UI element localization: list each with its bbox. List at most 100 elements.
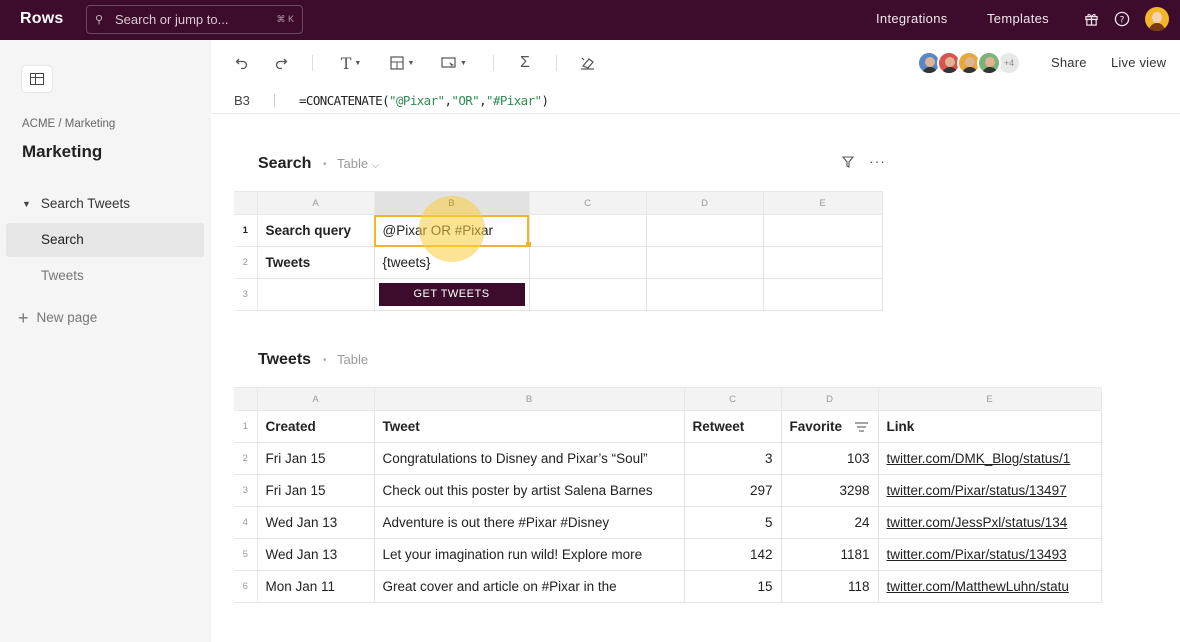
tweets-table-type[interactable]: Table	[337, 352, 368, 367]
header-cell-retweet[interactable]: Retweet	[683, 410, 782, 443]
caret-down-icon: ▼	[460, 59, 467, 67]
collaborator-avatar[interactable]	[977, 51, 1001, 75]
column-header-a[interactable]: A	[256, 387, 375, 411]
rows-logo[interactable]: Rows	[20, 10, 63, 28]
corner-cell[interactable]	[234, 387, 258, 411]
cell-created[interactable]: Mon Jan 11	[256, 570, 375, 603]
fill-handle[interactable]	[526, 242, 531, 247]
cell-created[interactable]: Wed Jan 13	[256, 538, 375, 571]
cell-favorite[interactable]: 103	[780, 442, 879, 475]
row-header[interactable]: 4	[234, 506, 258, 539]
cell-favorite[interactable]: 118	[780, 570, 879, 603]
cell-retweet[interactable]: 15	[683, 570, 782, 603]
formula-input[interactable]: =CONCATENATE("@Pixar","OR","#Pixar")	[299, 93, 549, 108]
cell-tweet[interactable]: Congratulations to Disney and Pixar’s “S…	[373, 442, 685, 475]
cell-created[interactable]: Wed Jan 13	[256, 506, 375, 539]
get-tweets-button[interactable]: GET TWEETS	[378, 283, 525, 306]
share-button[interactable]: Share	[1051, 55, 1087, 70]
cell[interactable]	[528, 214, 647, 247]
sum-function-icon[interactable]: Σ	[517, 52, 533, 74]
header-cell-link[interactable]: Link	[877, 410, 1102, 443]
templates-link[interactable]: Templates	[987, 11, 1049, 26]
selected-cell[interactable]: @Pixar OR #Pixar	[373, 214, 530, 247]
more-options-icon[interactable]: ···	[869, 153, 886, 169]
cell-favorite[interactable]: 3298	[780, 474, 879, 507]
spreadsheet-icon[interactable]	[22, 66, 52, 92]
row-header[interactable]: 3	[234, 278, 258, 311]
cell[interactable]: Search query	[256, 214, 375, 247]
cell-link[interactable]: twitter.com/MatthewLuhn/statu	[877, 570, 1102, 603]
search-input[interactable]: ⚲ Search or jump to... ⌘ K	[86, 5, 303, 34]
cell-retweet[interactable]: 3	[683, 442, 782, 475]
text-format-button[interactable]: T ▼	[337, 52, 365, 74]
header-cell-created[interactable]: Created	[256, 410, 375, 443]
cell-tweet[interactable]: Check out this poster by artist Salena B…	[373, 474, 685, 507]
cell-reference[interactable]: B3	[234, 93, 250, 108]
sidebar-item-tweets[interactable]: Tweets	[6, 259, 204, 293]
filter-icon[interactable]	[841, 156, 855, 171]
integrations-link[interactable]: Integrations	[876, 11, 948, 26]
row-header[interactable]: 3	[234, 474, 258, 507]
gift-icon[interactable]	[1082, 11, 1100, 29]
row-header[interactable]: 1	[234, 214, 258, 247]
redo-icon[interactable]	[273, 52, 289, 74]
breadcrumb[interactable]: ACME / Marketing	[22, 118, 115, 130]
sidebar-group-search-tweets[interactable]: ▼ Search Tweets	[22, 196, 130, 211]
cell[interactable]	[645, 246, 764, 279]
cell-tweet[interactable]: Adventure is out there #Pixar #Disney	[373, 506, 685, 539]
user-avatar[interactable]	[1145, 7, 1169, 31]
column-header-e[interactable]: E	[877, 387, 1102, 411]
cell-favorite[interactable]: 24	[780, 506, 879, 539]
cell-favorite[interactable]: 1181	[780, 538, 879, 571]
help-icon[interactable]: ?	[1113, 11, 1131, 29]
cell-retweet[interactable]: 5	[683, 506, 782, 539]
cell-retweet[interactable]: 297	[683, 474, 782, 507]
cell[interactable]	[762, 246, 883, 279]
cell-created[interactable]: Fri Jan 15	[256, 442, 375, 475]
tweets-table-title[interactable]: Tweets	[258, 351, 311, 369]
insert-element-button[interactable]: ▼	[439, 52, 469, 74]
sidebar-item-search[interactable]: Search	[6, 223, 204, 257]
column-header-a[interactable]: A	[256, 191, 375, 215]
column-header-c[interactable]: C	[683, 387, 782, 411]
cell[interactable]	[762, 214, 883, 247]
row-header[interactable]: 5	[234, 538, 258, 571]
corner-cell[interactable]	[234, 191, 258, 215]
cell-created[interactable]: Fri Jan 15	[256, 474, 375, 507]
search-table-type[interactable]: Table ⌵	[337, 156, 379, 171]
column-header-b[interactable]: B	[373, 387, 685, 411]
cell[interactable]: {tweets}	[373, 246, 530, 279]
cell[interactable]	[762, 278, 883, 311]
live-view-button[interactable]: Live view	[1111, 55, 1166, 70]
row-header[interactable]: 1	[234, 410, 258, 443]
cell-link[interactable]: twitter.com/DMK_Blog/status/1	[877, 442, 1102, 475]
sort-icon[interactable]	[855, 420, 868, 435]
cell[interactable]	[528, 278, 647, 311]
cell[interactable]	[256, 278, 375, 311]
cell[interactable]	[645, 278, 764, 311]
search-table-title[interactable]: Search	[258, 155, 311, 173]
column-header-d[interactable]: D	[645, 191, 764, 215]
column-header-c[interactable]: C	[528, 191, 647, 215]
column-header-e[interactable]: E	[762, 191, 883, 215]
cell-tweet[interactable]: Great cover and article on #Pixar in the	[373, 570, 685, 603]
cell[interactable]	[645, 214, 764, 247]
clear-format-icon[interactable]	[579, 52, 597, 74]
row-header[interactable]: 2	[234, 442, 258, 475]
cell[interactable]	[528, 246, 647, 279]
cell-link[interactable]: twitter.com/Pixar/status/13497	[877, 474, 1102, 507]
collaborators[interactable]: +4	[917, 51, 1021, 75]
cell-tweet[interactable]: Let your imagination run wild! Explore m…	[373, 538, 685, 571]
cell-link[interactable]: twitter.com/JessPxl/status/134	[877, 506, 1102, 539]
cell-link[interactable]: twitter.com/Pixar/status/13493	[877, 538, 1102, 571]
cell-retweet[interactable]: 142	[683, 538, 782, 571]
column-header-b[interactable]: B	[373, 191, 530, 215]
undo-icon[interactable]	[234, 52, 250, 74]
row-header[interactable]: 6	[234, 570, 258, 603]
cell-format-button[interactable]: ▼	[388, 52, 416, 74]
header-cell-tweet[interactable]: Tweet	[373, 410, 685, 443]
cell[interactable]: Tweets	[256, 246, 375, 279]
new-page-button[interactable]: + New page	[18, 309, 97, 327]
column-header-d[interactable]: D	[780, 387, 879, 411]
row-header[interactable]: 2	[234, 246, 258, 279]
